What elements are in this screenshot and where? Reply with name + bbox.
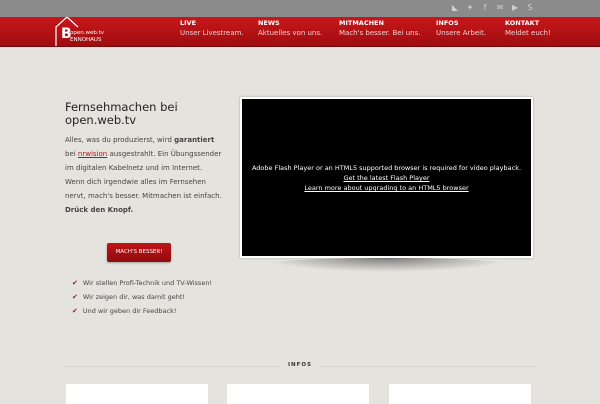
nav-subtitle: Unser Livestream. bbox=[180, 29, 244, 37]
list-item: ✔ Wir zeigen dir, was damit geht! bbox=[72, 290, 212, 304]
list-item-text: Und wir geben dir Feedback! bbox=[82, 307, 177, 315]
logo-line2: ENNOHAUS bbox=[70, 37, 102, 43]
nav-subtitle: Aktuelles von uns. bbox=[258, 29, 323, 37]
video-shadow bbox=[262, 258, 512, 272]
intro-paragraph-1: Alles, was du produzierst, wird garantie… bbox=[65, 133, 225, 175]
intro-section: Fernsehmachen bei open.web.tv Alles, was… bbox=[65, 101, 225, 217]
nav-infos[interactable]: INFOS Unsere Arbeit. bbox=[436, 19, 486, 45]
social-links: ◣ ✦ f ✉ ▶ S bbox=[451, 3, 534, 13]
nav-title: LIVE bbox=[180, 19, 197, 27]
skype-icon[interactable]: S bbox=[526, 3, 534, 13]
list-item: ✔ Wir stellen Profi-Technik und TV-Wissen… bbox=[72, 276, 212, 290]
info-card[interactable] bbox=[227, 384, 369, 404]
intro-paragraph-2: Wenn dich irgendwie alles im Fernsehen n… bbox=[65, 175, 225, 217]
divider bbox=[65, 366, 280, 367]
nav-news[interactable]: NEWS Aktuelles von uns. bbox=[258, 19, 322, 45]
text-bold: garantiert bbox=[174, 136, 215, 144]
check-icon: ✔ bbox=[72, 293, 78, 301]
nav-kontakt[interactable]: KONTAKT Meldet euch! bbox=[505, 19, 551, 45]
text: Alles, was du produzierst, wird bbox=[65, 136, 175, 144]
logo[interactable]: B open.web.tv ENNOHAUS bbox=[55, 17, 115, 47]
info-card[interactable] bbox=[389, 384, 531, 404]
nav-subtitle: Mach's besser. Bei uns. bbox=[339, 29, 421, 37]
facebook-icon[interactable]: f bbox=[481, 3, 489, 13]
youtube-icon[interactable]: ▶ bbox=[511, 3, 519, 13]
text-bold: Drück den Knopf. bbox=[65, 206, 134, 214]
mach-besser-button[interactable]: MACH'S BESSER! bbox=[107, 243, 171, 262]
video-fallback-message: Adobe Flash Player or an HTML5 supported… bbox=[242, 163, 531, 193]
nav-subtitle: Unsere Arbeit. bbox=[436, 29, 487, 37]
twitter-icon[interactable]: ✦ bbox=[466, 3, 474, 13]
info-card[interactable] bbox=[66, 384, 208, 404]
intro-heading: Fernsehmachen bei open.web.tv bbox=[65, 100, 178, 127]
check-icon: ✔ bbox=[72, 307, 78, 315]
list-item: ✔ Und wir geben dir Feedback! bbox=[72, 304, 212, 318]
nav-title: NEWS bbox=[258, 19, 280, 27]
text: bei bbox=[65, 150, 78, 158]
feature-list: ✔ Wir stellen Profi-Technik und TV-Wissen… bbox=[72, 276, 212, 318]
top-bar: ◣ ✦ f ✉ ▶ S bbox=[0, 0, 600, 17]
list-item-text: Wir stellen Profi-Technik und TV-Wissen! bbox=[82, 279, 213, 287]
nav-mitmachen[interactable]: MITMACHEN Mach's besser. Bei uns. bbox=[339, 19, 420, 45]
list-item-text: Wir zeigen dir, was damit geht! bbox=[82, 293, 185, 301]
nav-live[interactable]: LIVE Unser Livestream. bbox=[180, 19, 244, 45]
fallback-text: Adobe Flash Player or an HTML5 supported… bbox=[251, 164, 522, 172]
flash-player-link[interactable]: Get the latest Flash Player bbox=[242, 173, 531, 183]
rss-icon[interactable]: ◣ bbox=[451, 3, 459, 13]
mail-icon[interactable]: ✉ bbox=[496, 3, 504, 13]
nav-title: KONTAKT bbox=[505, 19, 540, 27]
nav-title: MITMACHEN bbox=[339, 19, 384, 27]
nrwision-link[interactable]: nrwision bbox=[78, 150, 107, 158]
text: Wenn dich irgendwie alles im Fernsehen n… bbox=[65, 178, 222, 200]
main-navigation: B open.web.tv ENNOHAUS LIVE Unser Livestr… bbox=[0, 17, 600, 47]
html5-upgrade-link[interactable]: Learn more about upgrading to an HTML5 b… bbox=[242, 183, 531, 193]
check-icon: ✔ bbox=[72, 279, 78, 287]
nav-subtitle: Meldet euch! bbox=[505, 29, 551, 37]
logo-line1: open.web.tv bbox=[70, 30, 105, 36]
divider bbox=[320, 366, 537, 367]
section-title: INFOS bbox=[287, 362, 313, 368]
nav-title: INFOS bbox=[436, 19, 459, 27]
video-player[interactable]: Adobe Flash Player or an HTML5 supported… bbox=[240, 97, 533, 258]
